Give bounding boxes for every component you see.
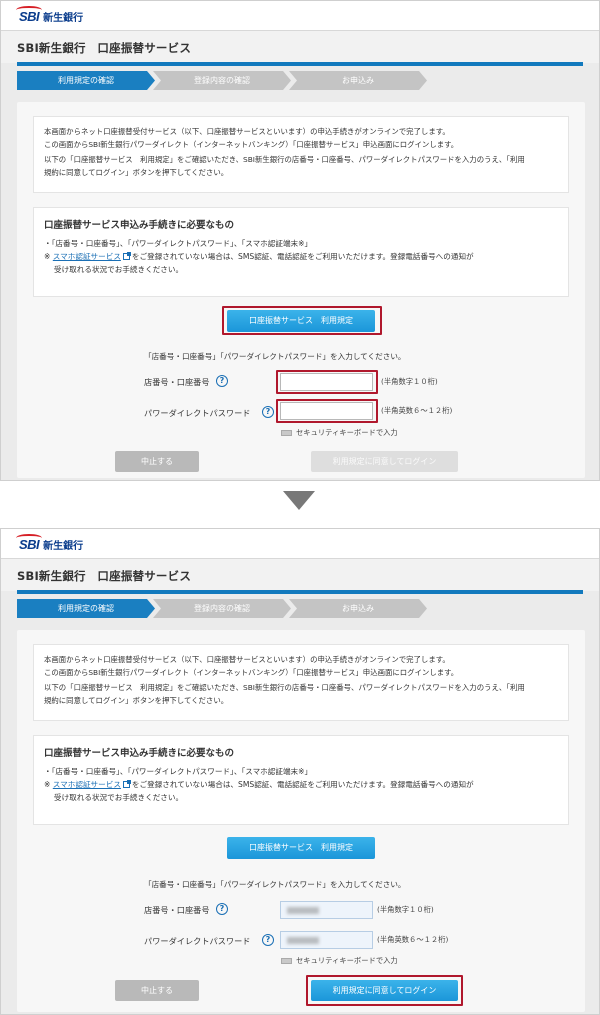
smartphone-auth-link[interactable]: スマホ認証サービス — [53, 780, 121, 789]
step-3: お申込み — [289, 599, 427, 618]
requirements-bullet: ・「店番号・口座番号」、「パワーダイレクトパスワード」、「スマホ認証端末※」 — [44, 767, 313, 776]
requirements-box: 口座振替サービス申込み手続きに必要なもの ・「店番号・口座番号」、「パワーダイレ… — [33, 735, 569, 825]
keyboard-icon — [281, 430, 292, 436]
smartphone-auth-link[interactable]: スマホ認証サービス — [53, 252, 121, 261]
notice-box: 本画面からネット口座振替受付サービス（以下、口座振替サービスといいます）の申込手… — [33, 644, 569, 721]
step-2-label: 登録内容の確認 — [194, 604, 250, 613]
password-input[interactable] — [280, 402, 373, 420]
notice-line: 以下の「口座振替サービス 利用規定」をご確認いただき、SBI新生銀行の店番号・口… — [44, 683, 525, 692]
page-title: SBI新生銀行 口座振替サービス — [17, 41, 192, 55]
bank-logo: SBI 新生銀行 — [15, 533, 84, 552]
help-icon[interactable]: ? — [262, 934, 274, 946]
branch-hint: (半角数字１０桁) — [377, 905, 434, 914]
step-3-label: お申込み — [342, 76, 374, 85]
agree-login-button[interactable]: 利用規定に同意してログイン — [311, 451, 458, 472]
branch-account-label: 店番号・口座番号 — [144, 377, 210, 387]
password-hint: (半角英数６～１２桁) — [381, 406, 453, 415]
branch-account-input[interactable] — [280, 901, 373, 919]
agree-login-button[interactable]: 利用規定に同意してログイン — [311, 980, 458, 1001]
help-icon[interactable]: ? — [216, 903, 228, 915]
external-link-icon — [122, 780, 131, 788]
step-3: お申込み — [289, 71, 427, 90]
security-keyboard-label: セキュリティキーボードで入力 — [296, 956, 398, 965]
logo-text: 新生銀行 — [43, 12, 84, 24]
requirements-box: 口座振替サービス申込み手続きに必要なもの ・「店番号・口座番号」、「パワーダイレ… — [33, 207, 569, 297]
step-2-label: 登録内容の確認 — [194, 76, 250, 85]
notice-line: 本画面からネット口座振替受付サービス（以下、口座振替サービスといいます）の申込手… — [44, 655, 450, 664]
bank-logo: SBI 新生銀行 — [15, 5, 84, 24]
screen-after: SBI 新生銀行 SBI新生銀行 口座振替サービス 利用規定の確認 登録内容の確… — [0, 528, 600, 1015]
title-rule — [17, 62, 583, 66]
notice-line: 規約に同意してログイン」ボタンを押下してください。 — [44, 168, 229, 177]
security-keyboard-toggle[interactable]: セキュリティキーボードで入力 — [281, 428, 398, 438]
masked-value — [287, 907, 319, 914]
password-hint: (半角英数６～１２桁) — [377, 935, 449, 944]
step-1: 利用規定の確認 — [17, 71, 155, 90]
requirements-note: ※ スマホ認証サービス をご登録されていない場合は、SMS認証、電話認証をご利用い… — [44, 250, 558, 263]
step-2: 登録内容の確認 — [153, 71, 291, 90]
password-label: パワーダイレクトパスワード — [144, 408, 251, 418]
logo-mark: SBI — [15, 533, 43, 552]
security-keyboard-label: セキュリティキーボードで入力 — [296, 428, 398, 437]
screen-before: SBI 新生銀行 SBI新生銀行 口座振替サービス 利用規定の確認 登録内容の確… — [0, 0, 600, 481]
step-indicator: 利用規定の確認 登録内容の確認 お申込み — [17, 599, 427, 618]
step-indicator: 利用規定の確認 登録内容の確認 お申込み — [17, 71, 427, 90]
notice-line: 本画面からネット口座振替受付サービス（以下、口座振替サービスといいます）の申込手… — [44, 127, 450, 136]
password-input[interactable] — [280, 931, 373, 949]
requirements-title: 口座振替サービス申込み手続きに必要なもの — [44, 748, 235, 759]
notice-line: この画面からSBI新生銀行パワーダイレクト（インターネットバンキング）「口座振替… — [44, 668, 459, 677]
password-label: パワーダイレクトパスワード — [144, 936, 251, 946]
notice-line: この画面からSBI新生銀行パワーダイレクト（インターネットバンキング）「口座振替… — [44, 140, 459, 149]
branch-hint: (半角数字１０桁) — [381, 377, 438, 386]
form-instruction: 「店番号・口座番号」「パワーダイレクトパスワード」を入力してください。 — [144, 352, 406, 361]
content-panel: 本画面からネット口座振替受付サービス（以下、口座振替サービスといいます）の申込手… — [17, 102, 585, 478]
requirements-note-line2: 受け取れる状況でお手続きください。 — [54, 265, 184, 274]
step-3-label: お申込み — [342, 604, 374, 613]
requirements-note-line2: 受け取れる状況でお手続きください。 — [54, 793, 184, 802]
title-rule — [17, 590, 583, 594]
step-2: 登録内容の確認 — [153, 599, 291, 618]
branch-account-label: 店番号・口座番号 — [144, 905, 210, 915]
security-keyboard-toggle[interactable]: セキュリティキーボードで入力 — [281, 956, 398, 966]
step-1: 利用規定の確認 — [17, 599, 155, 618]
requirements-bullet: ・「店番号・口座番号」、「パワーダイレクトパスワード」、「スマホ認証端末※」 — [44, 239, 313, 248]
note-text: をご登録されていない場合は、SMS認証、電話認証をご利用いただけます。登録電話番… — [131, 252, 474, 261]
title-row: SBI新生銀行 口座振替サービス — [1, 30, 599, 66]
brand-bar: SBI 新生銀行 — [1, 1, 599, 30]
cancel-button[interactable]: 中止する — [115, 980, 199, 1001]
terms-button[interactable]: 口座振替サービス 利用規定 — [227, 310, 375, 332]
requirements-title: 口座振替サービス申込み手続きに必要なもの — [44, 220, 235, 231]
requirements-note: ※ スマホ認証サービス をご登録されていない場合は、SMS認証、電話認証をご利用い… — [44, 778, 558, 791]
branch-account-input[interactable] — [280, 373, 373, 391]
brand-bar: SBI 新生銀行 — [1, 529, 599, 558]
cancel-button[interactable]: 中止する — [115, 451, 199, 472]
form-instruction: 「店番号・口座番号」「パワーダイレクトパスワード」を入力してください。 — [144, 880, 406, 889]
keyboard-icon — [281, 958, 292, 964]
logo-text: 新生銀行 — [43, 540, 84, 552]
note-prefix: ※ — [44, 252, 51, 261]
help-icon[interactable]: ? — [262, 406, 274, 418]
step-1-label: 利用規定の確認 — [58, 604, 114, 613]
terms-button[interactable]: 口座振替サービス 利用規定 — [227, 837, 375, 859]
external-link-icon — [122, 252, 131, 260]
notice-box: 本画面からネット口座振替受付サービス（以下、口座振替サービスといいます）の申込手… — [33, 116, 569, 193]
content-panel: 本画面からネット口座振替受付サービス（以下、口座振替サービスといいます）の申込手… — [17, 630, 585, 1012]
notice-line: 以下の「口座振替サービス 利用規定」をご確認いただき、SBI新生銀行の店番号・口… — [44, 155, 525, 164]
note-text: をご登録されていない場合は、SMS認証、電話認証をご利用いただけます。登録電話番… — [131, 780, 474, 789]
page-title: SBI新生銀行 口座振替サービス — [17, 569, 192, 583]
help-icon[interactable]: ? — [216, 375, 228, 387]
notice-line: 規約に同意してログイン」ボタンを押下してください。 — [44, 696, 229, 705]
logo-mark: SBI — [15, 5, 43, 24]
note-prefix: ※ — [44, 780, 51, 789]
masked-value — [287, 937, 319, 944]
down-arrow-icon — [283, 491, 315, 510]
title-row: SBI新生銀行 口座振替サービス — [1, 558, 599, 594]
step-1-label: 利用規定の確認 — [58, 76, 114, 85]
